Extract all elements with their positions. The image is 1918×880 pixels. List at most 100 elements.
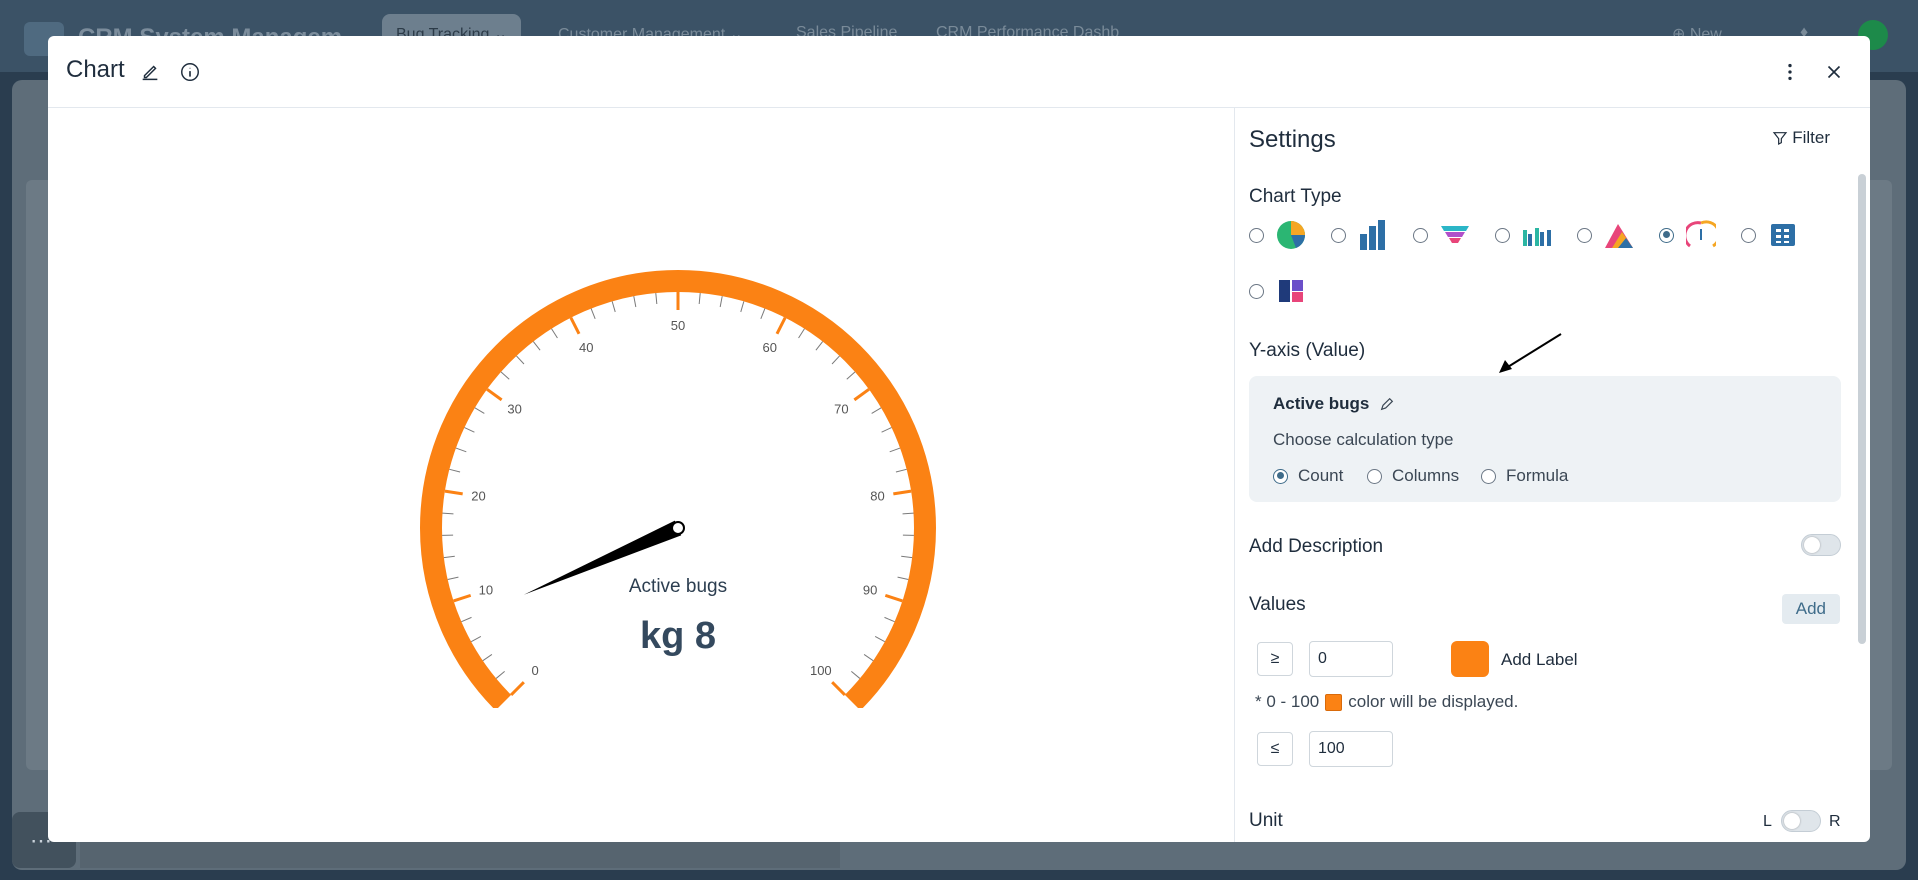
gauge-minor-tick (901, 555, 913, 559)
gauge-minor-tick (551, 328, 558, 339)
radio[interactable] (1577, 227, 1592, 243)
chart-type-gauge[interactable] (1659, 220, 1716, 250)
more-vert-icon[interactable] (1778, 60, 1802, 84)
radio-selected[interactable] (1659, 227, 1674, 243)
chart-preview-pane: 0 10 20 30 40 50 60 70 80 90 100 Active bugs kg 8 (48, 108, 1234, 842)
chart-type-bar[interactable] (1331, 220, 1388, 250)
gauge-minor-tick (470, 635, 482, 643)
gauge-minor-tick (719, 296, 723, 308)
add-value-button[interactable]: Add (1781, 594, 1840, 624)
gauge-minor-tick (815, 341, 824, 351)
chart-modal: Chart 0 10 20 30 40 50 60 70 80 90 100 Active bugs k… (48, 36, 1870, 842)
gauge-major-tick (569, 317, 581, 335)
edit-pencil-icon[interactable] (138, 60, 162, 84)
add-label-link[interactable]: Add Label (1501, 650, 1578, 670)
calc-option-label: Formula (1506, 466, 1569, 485)
chart-type-grouped-bar[interactable] (1495, 220, 1552, 250)
gauge-major-tick (453, 593, 472, 603)
max-operator-button[interactable]: ≤ (1257, 732, 1293, 766)
calc-option-count[interactable]: Count (1273, 466, 1343, 486)
range-color-swatch (1325, 693, 1343, 711)
gauge-minor-tick (464, 427, 475, 433)
yaxis-series-name: Active bugs (1273, 394, 1370, 413)
radio[interactable] (1367, 468, 1382, 484)
radio[interactable] (1741, 227, 1756, 243)
chart-type-label: Chart Type (1249, 186, 1342, 207)
gauge-minor-tick (516, 355, 525, 365)
settings-pane: Settings Filter Chart Type Y-axis (Value… (1234, 108, 1870, 842)
values-label: Values (1249, 594, 1306, 615)
color-swatch[interactable] (1451, 641, 1489, 677)
chart-type-pie[interactable] (1249, 220, 1306, 250)
radio[interactable] (1481, 468, 1496, 484)
chart-type-area[interactable] (1577, 220, 1634, 250)
unit-toggle-left-label: L (1763, 813, 1772, 830)
unit-position-toggle[interactable] (1781, 810, 1821, 832)
arrow-annotation-icon (1499, 333, 1562, 373)
funnel-chart-icon (1441, 226, 1469, 243)
modal-header: Chart (48, 36, 1870, 108)
gauge-minor-tick (447, 576, 459, 580)
gauge-tick-label: 40 (579, 340, 593, 355)
gauge-minor-tick (611, 301, 616, 313)
gauge-minor-tick (851, 671, 861, 679)
grouped-bar-chart-icon (1523, 228, 1551, 246)
filter-button[interactable]: Filter (1772, 128, 1830, 148)
gauge-label: Active bugs (629, 576, 727, 597)
chart-type-pivot-table[interactable] (1741, 220, 1798, 250)
radio[interactable] (1413, 227, 1428, 243)
min-operator-button[interactable]: ≥ (1257, 642, 1293, 676)
radio-selected[interactable] (1273, 468, 1288, 484)
close-icon[interactable] (1822, 60, 1846, 84)
calc-option-formula[interactable]: Formula (1481, 466, 1568, 486)
gauge-minor-tick (442, 512, 454, 515)
gauge-major-tick (486, 388, 503, 402)
gauge-value: kg 8 (640, 615, 716, 657)
gauge-chart: 0 10 20 30 40 50 60 70 80 90 100 Active bugs kg 8 (420, 270, 936, 708)
gauge-minor-tick (902, 512, 914, 515)
gauge-minor-tick (798, 328, 805, 339)
radio[interactable] (1249, 283, 1264, 299)
edit-pencil-icon[interactable] (1379, 396, 1395, 412)
min-value-input[interactable] (1309, 641, 1393, 677)
gauge-minor-tick (500, 371, 510, 380)
filter-label: Filter (1792, 128, 1830, 147)
chart-type-funnel[interactable] (1413, 220, 1470, 250)
calc-option-columns[interactable]: Columns (1367, 466, 1459, 486)
bar-chart-icon (1360, 220, 1385, 250)
gauge-tick-label: 50 (671, 318, 685, 333)
yaxis-label: Y-axis (Value) (1249, 340, 1366, 361)
gauge-minor-tick (698, 293, 701, 305)
gauge-tick-label: 80 (870, 488, 884, 503)
gauge-tick-label: 100 (810, 663, 832, 678)
unit-label: Unit (1249, 810, 1283, 831)
pivot-table-icon (1771, 224, 1795, 246)
unit-toggle-right-label: R (1829, 813, 1841, 830)
gauge-minor-tick (863, 654, 874, 662)
add-description-toggle[interactable] (1801, 534, 1841, 556)
calculation-type-label: Choose calculation type (1273, 430, 1454, 449)
info-icon[interactable] (178, 60, 202, 84)
settings-scrollbar[interactable] (1858, 174, 1866, 644)
gauge-minor-tick (874, 635, 886, 643)
gauge-minor-tick (590, 308, 596, 319)
gauge-major-tick (853, 388, 870, 402)
gauge-tick-label: 0 (532, 663, 539, 678)
gauge-minor-tick (495, 671, 505, 679)
gauge-needle-pivot (671, 521, 685, 535)
radio[interactable] (1331, 227, 1346, 243)
chart-type-heatmap[interactable] (1249, 276, 1306, 306)
radio[interactable] (1249, 227, 1264, 243)
gauge-minor-tick (482, 654, 493, 662)
radio[interactable] (1495, 227, 1510, 243)
gauge-minor-tick (881, 427, 892, 433)
max-value-input[interactable] (1309, 731, 1393, 767)
heatmap-icon (1279, 280, 1303, 302)
gauge-tick-label: 60 (762, 340, 776, 355)
gauge-minor-tick (655, 293, 658, 305)
range-note: * 0 - 100 color will be displayed. (1255, 692, 1518, 712)
gauge-tick-label: 20 (471, 488, 485, 503)
gauge-major-tick (893, 489, 912, 496)
gauge-minor-tick (884, 616, 895, 623)
gauge-major-tick (831, 681, 846, 696)
